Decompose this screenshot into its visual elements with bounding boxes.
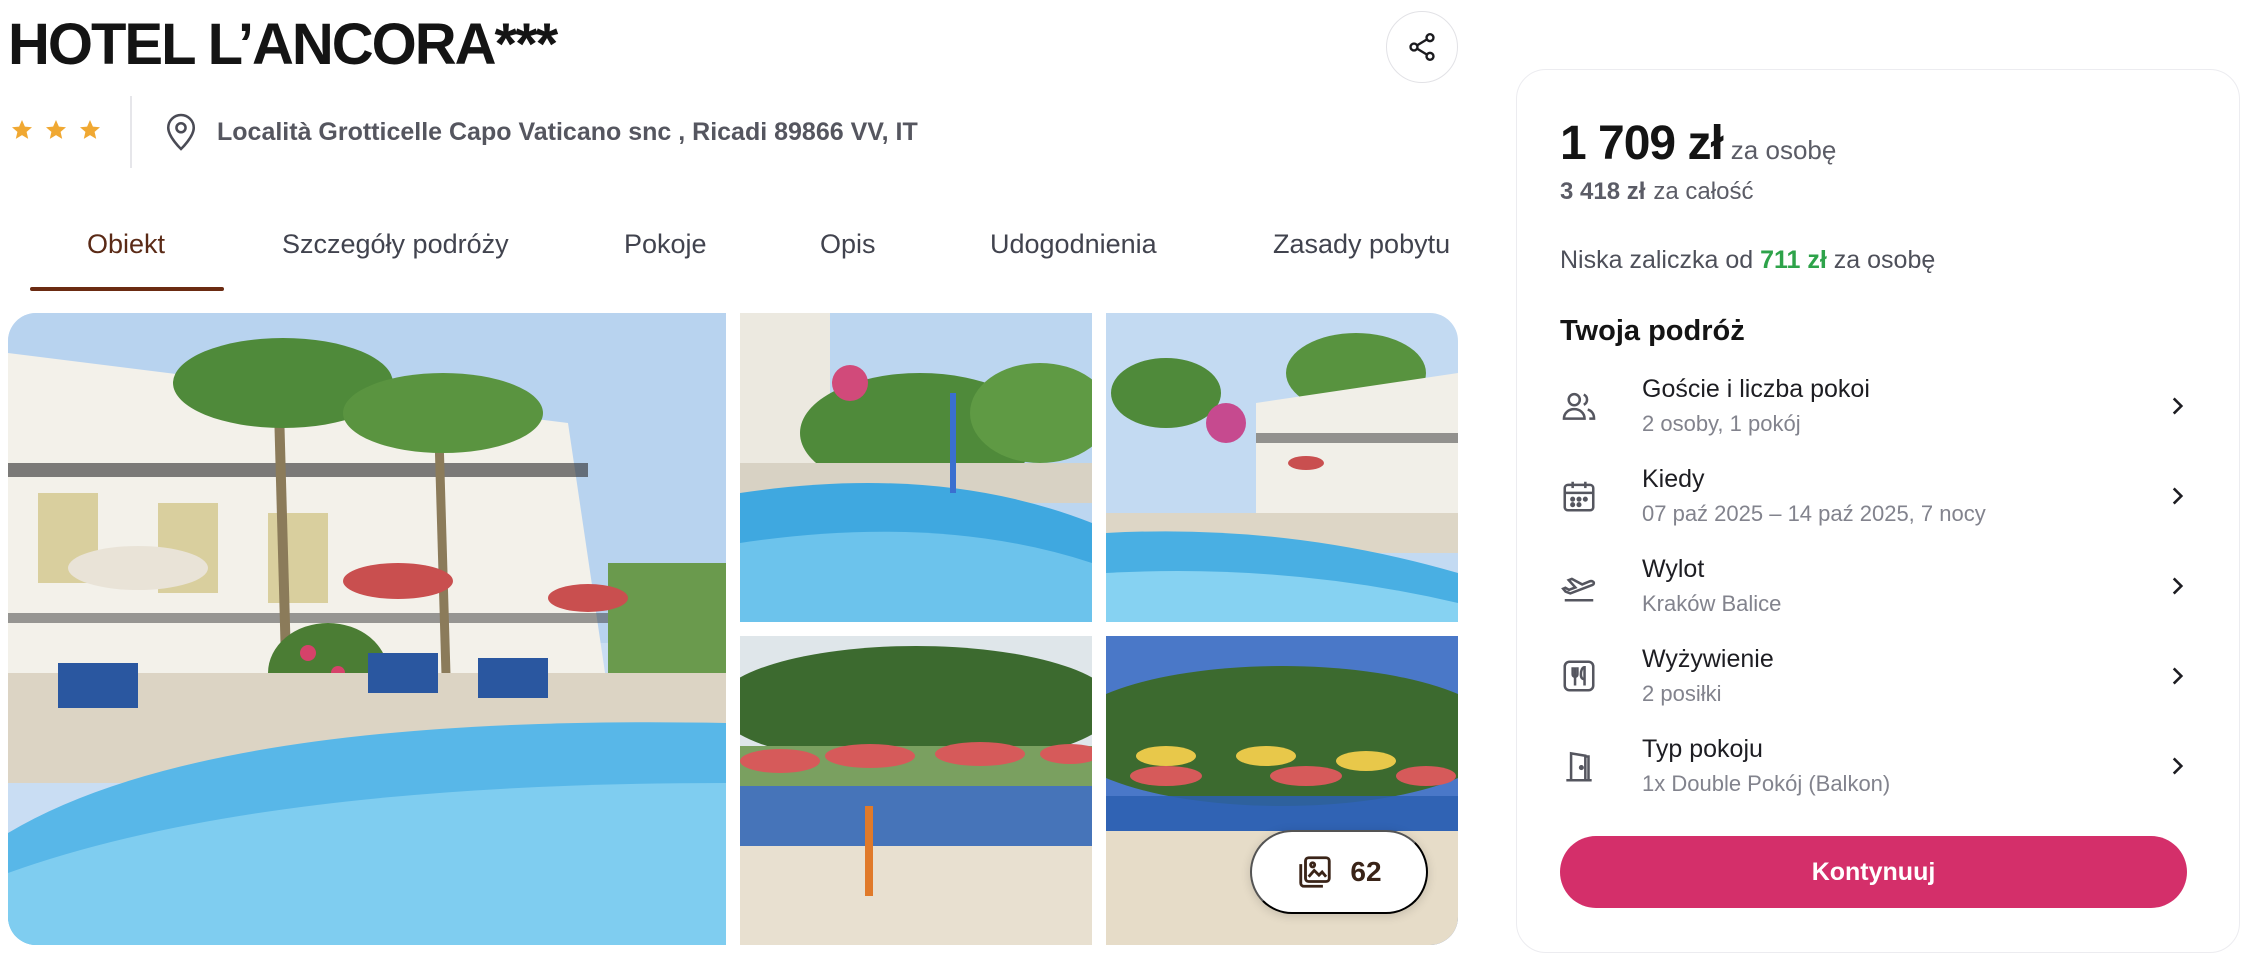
trip-item-board[interactable]: Wyżywienie 2 posiłki (1560, 643, 2200, 713)
deposit-suffix: za osobę (1833, 246, 1936, 274)
trip-item-label: Wylot (1642, 555, 1705, 583)
trip-item-label: Typ pokoju (1642, 735, 1763, 763)
cutlery-icon (1563, 660, 1595, 692)
gallery-photo-3[interactable] (1106, 313, 1458, 622)
share-button[interactable] (1386, 11, 1458, 83)
chevron-right-icon (2172, 577, 2184, 595)
gallery-photo-4[interactable] (740, 636, 1092, 945)
divider (130, 96, 132, 168)
calendar-icon (1563, 481, 1595, 512)
gallery-photo-2[interactable] (740, 313, 1092, 622)
tab-opis[interactable]: Opis (820, 222, 876, 290)
deposit-info: Niska zaliczka od 711 zł za osobę (1560, 246, 1935, 275)
total-unit: za całość (1653, 178, 1754, 205)
trip-item-label: Wyżywienie (1642, 645, 1774, 673)
deposit-value: 711 zł (1760, 246, 1827, 274)
hotel-address: Località Grotticelle Capo Vaticano snc ,… (217, 118, 918, 146)
trip-item-value: 07 paź 2025 – 14 paź 2025, 7 nocy (1642, 501, 1986, 526)
gallery-photo-main[interactable] (8, 313, 726, 945)
star-rating (10, 118, 102, 142)
show-all-photos-button[interactable]: 62 (1250, 830, 1428, 914)
map-pin-icon (166, 113, 196, 151)
tab-szczegoly-podrozy[interactable]: Szczegóły podróży (282, 222, 509, 290)
chevron-right-icon (2172, 667, 2184, 685)
deposit-prefix: Niska zaliczka od (1560, 246, 1754, 274)
price-unit: za osobę (1730, 135, 1837, 165)
continue-button[interactable]: Kontynuuj (1560, 836, 2187, 908)
share-icon (1409, 33, 1435, 61)
star-icon (12, 120, 32, 139)
trip-item-value: 1x Double Pokój (Balkon) (1642, 771, 1891, 796)
trip-item-label: Goście i liczba pokoi (1642, 375, 1870, 403)
trip-item-value: Kraków Balice (1642, 591, 1782, 616)
trip-section-title: Twoja podróż (1560, 315, 1745, 347)
trip-item-room[interactable]: Typ pokoju 1x Double Pokój (Balkon) (1560, 733, 2200, 803)
star-icon (46, 120, 66, 139)
price-per-person: 1 709 zł za osobę (1560, 116, 1836, 171)
star-icon (80, 120, 100, 139)
gallery-icon (1299, 856, 1332, 888)
tab-zasady-pobytu[interactable]: Zasady pobytu (1273, 222, 1450, 290)
booking-card: 1 709 zł za osobę 3 418 zł za całość Nis… (1516, 69, 2240, 953)
tab-obiekt[interactable]: Obiekt (87, 222, 165, 290)
price-value: 1 709 zł (1560, 117, 1724, 170)
tab-pokoje[interactable]: Pokoje (624, 222, 707, 290)
trip-item-value: 2 posiłki (1642, 681, 1722, 706)
price-total: 3 418 zł za całość (1560, 178, 1753, 206)
trip-item-guests[interactable]: Goście i liczba pokoi 2 osoby, 1 pokój (1560, 373, 2200, 443)
trip-item-label: Kiedy (1642, 465, 1705, 493)
section-tabs: Obiekt Szczegóły podróży Pokoje Opis Udo… (30, 222, 1460, 292)
photo-gallery (8, 313, 1458, 945)
active-tab-indicator (30, 287, 224, 291)
chevron-right-icon (2172, 487, 2184, 505)
trip-item-value: 2 osoby, 1 pokój (1642, 411, 1801, 436)
chevron-right-icon (2172, 397, 2184, 415)
tab-udogodnienia[interactable]: Udogodnienia (990, 222, 1157, 290)
users-icon (1562, 392, 1596, 420)
hotel-title: HOTEL L’ANCORA*** (8, 12, 558, 77)
door-icon (1566, 751, 1592, 782)
photo-count-label: 62 (1350, 856, 1382, 887)
chevron-right-icon (2172, 757, 2184, 775)
plane-takeoff-icon (1561, 577, 1596, 602)
trip-item-flight[interactable]: Wylot Kraków Balice (1560, 553, 2200, 623)
trip-item-dates[interactable]: Kiedy 07 paź 2025 – 14 paź 2025, 7 nocy (1560, 463, 2200, 533)
total-value: 3 418 zł (1560, 178, 1646, 205)
